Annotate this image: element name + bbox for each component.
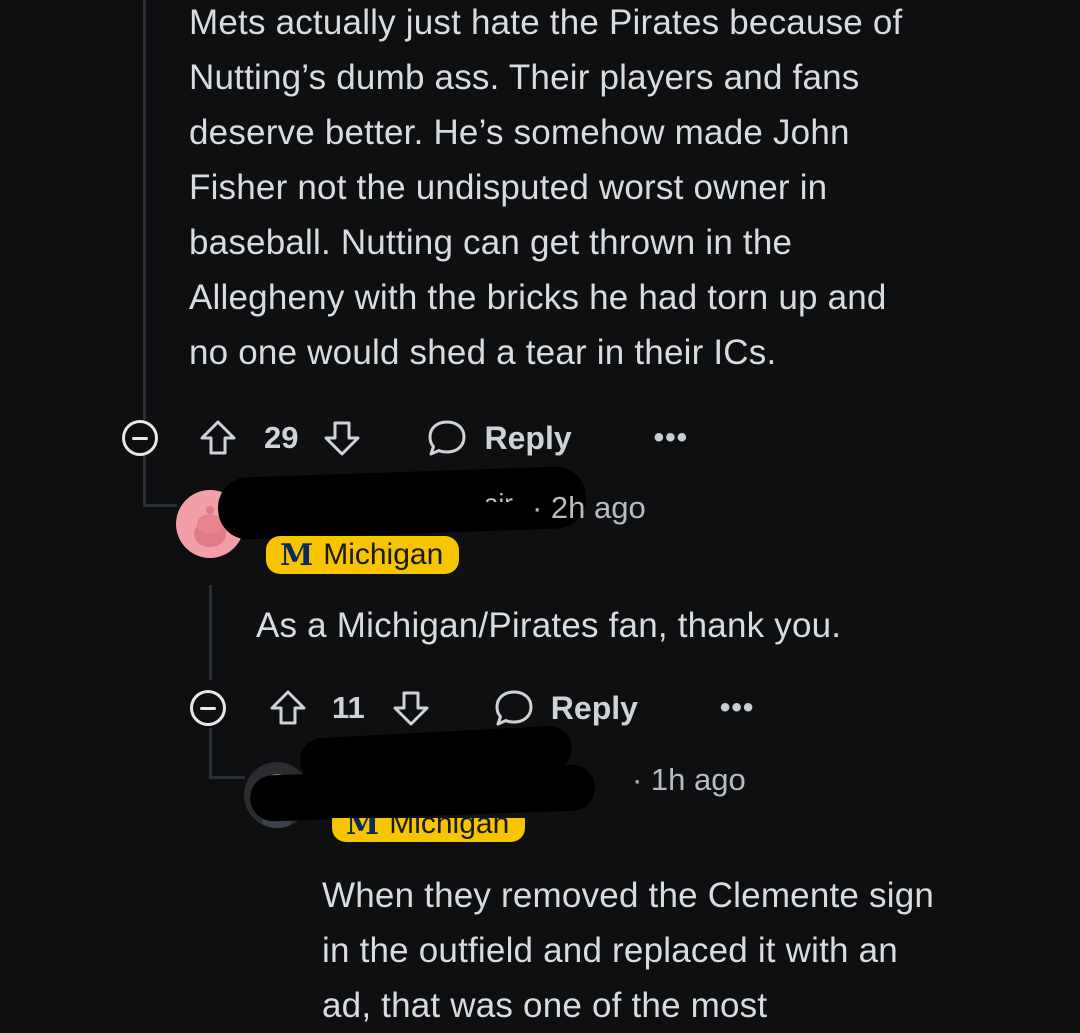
comment-timestamp: · 2h ago [532,490,646,525]
thread-line-level2 [209,585,212,680]
speech-bubble-icon [495,690,533,726]
upvote-button[interactable] [198,418,238,458]
vote-count: 11 [332,690,365,725]
speech-bubble-icon [428,420,466,456]
upvote-button[interactable] [268,688,308,728]
thread-line-root [143,0,146,420]
thread-line-level1 [143,456,146,506]
comment-actions: 29 Reply ••• [122,418,688,458]
thread-curve-level2 [209,776,245,779]
upvote-icon [270,690,306,725]
upvote-icon [200,420,236,455]
reply-label: Reply [484,419,572,456]
reply-button[interactable]: Reply [426,418,572,458]
vote-count: 29 [264,420,299,455]
comment-body: Mets actually just hate the Pirates beca… [189,3,903,372]
collapse-thread-button[interactable] [190,690,226,726]
reply-button[interactable]: Reply [493,688,638,728]
downvote-icon [324,421,360,456]
collapse-thread-button[interactable] [122,420,158,456]
comment-timestamp: · 1h ago [632,762,746,797]
comment-body: When they removed the Clemente sign in t… [322,876,935,1025]
more-options-button[interactable]: ••• [720,691,755,725]
comment-body: As a Michigan/Pirates fan, thank you. [256,606,842,645]
downvote-button[interactable] [391,688,431,728]
flair-label: Michigan [323,538,444,571]
downvote-icon [393,691,429,726]
downvote-button[interactable] [322,418,362,458]
more-options-button[interactable]: ••• [654,421,689,455]
user-flair: M Michigan [266,536,460,574]
reply-label: Reply [550,689,638,726]
thread-line-level2b [209,728,212,778]
michigan-logo-icon: M [280,537,314,573]
comment-actions: 11 Reply ••• [190,688,754,728]
thread-curve-level1 [143,504,177,507]
